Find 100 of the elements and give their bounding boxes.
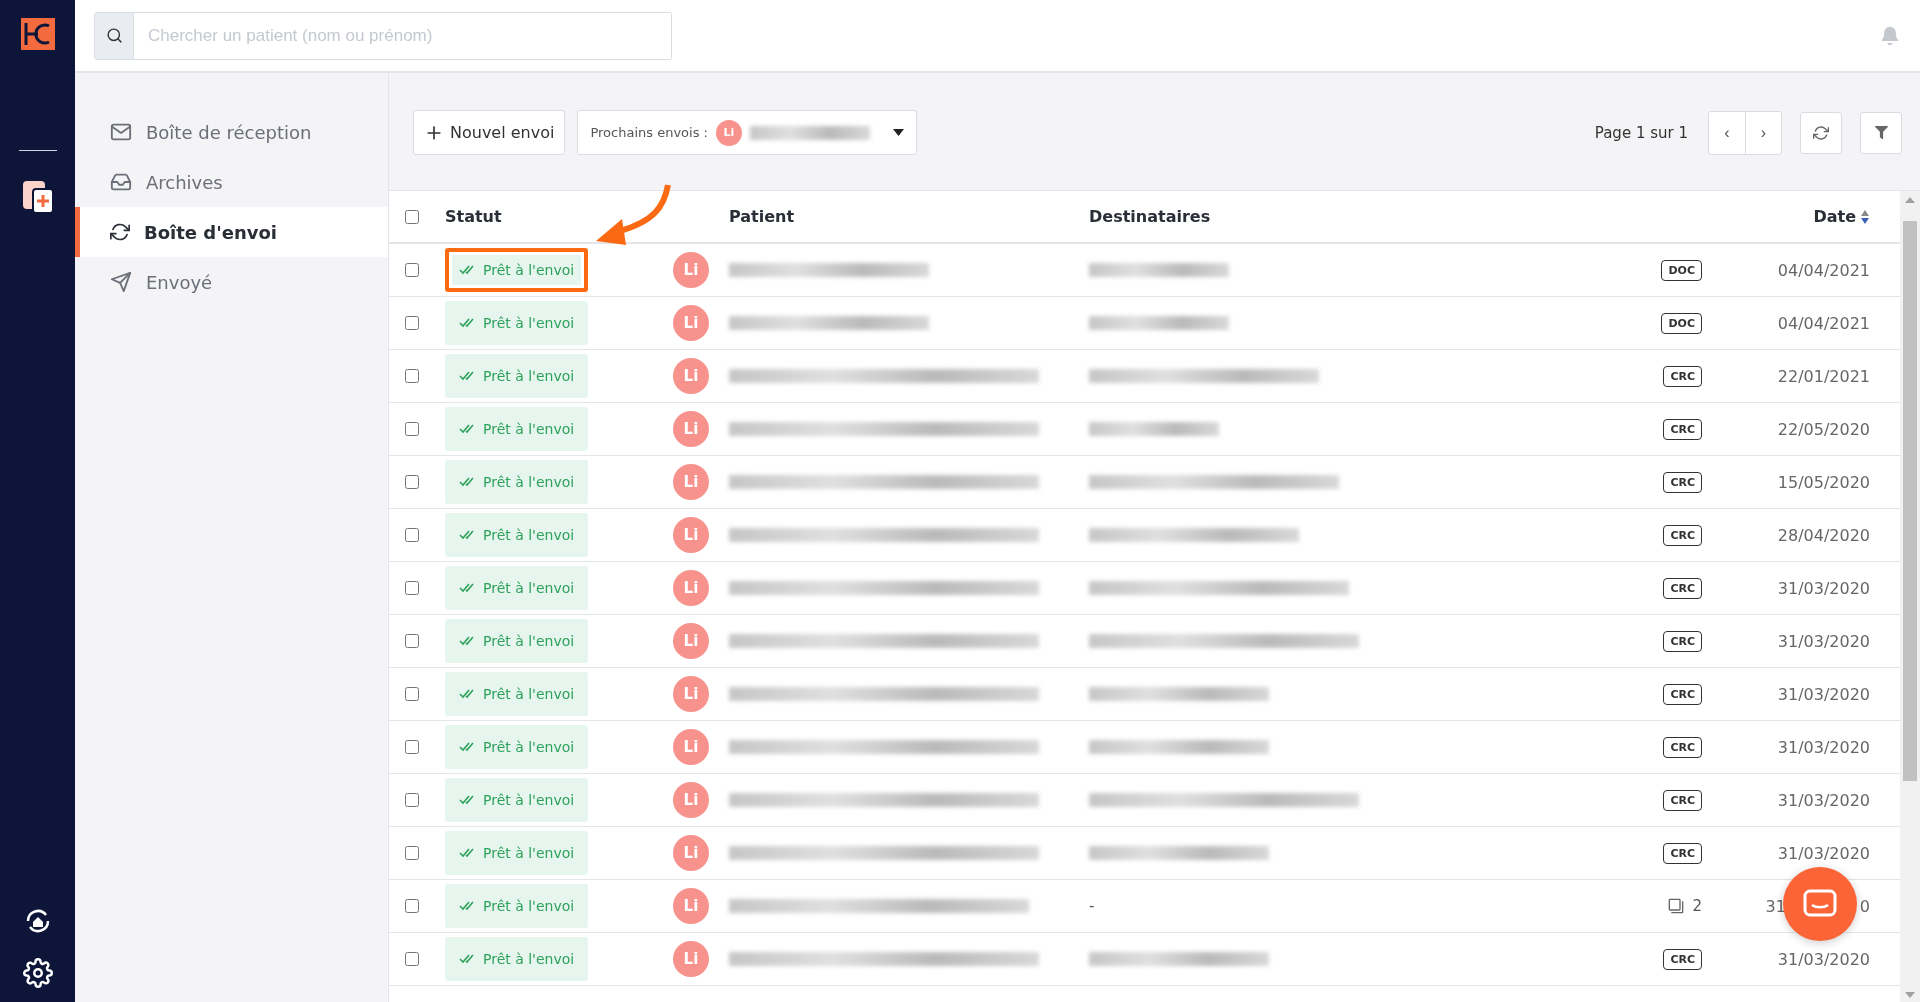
- row-checkbox[interactable]: [405, 316, 419, 330]
- document-tag: CRC: [1663, 683, 1702, 705]
- document-tag: CRC: [1663, 577, 1702, 599]
- refresh-button[interactable]: [1800, 111, 1842, 154]
- status-badge: Prêt à l'envoi: [445, 513, 589, 557]
- date-text: 15/05/2020: [1777, 472, 1870, 492]
- new-send-button[interactable]: Nouvel envoi: [413, 110, 566, 155]
- avatar: Li: [673, 676, 709, 712]
- scroll-up-icon[interactable]: [1905, 197, 1915, 203]
- avatar: Li: [673, 729, 709, 765]
- date-text: 22/01/2021: [1777, 366, 1870, 386]
- avatar: Li: [673, 835, 709, 871]
- filter-button[interactable]: [1860, 111, 1902, 154]
- document-tag: DOC: [1661, 312, 1702, 334]
- date-text: 22/05/2020: [1777, 419, 1870, 439]
- avatar: Li: [673, 941, 709, 977]
- status-badge: Prêt à l'envoi: [445, 460, 589, 504]
- status-badge: Prêt à l'envoi: [445, 937, 589, 981]
- date-text: 31/03/2020: [1777, 631, 1870, 651]
- document-tag: CRC: [1663, 365, 1702, 387]
- status-badge: Prêt à l'envoi: [445, 672, 589, 716]
- avatar: Li: [673, 623, 709, 659]
- status-badge: Prêt à l'envoi: [445, 778, 589, 822]
- document-tag: CRC: [1663, 524, 1702, 546]
- avatar: Li: [673, 517, 709, 553]
- scroll-down-icon[interactable]: [1905, 992, 1915, 998]
- status-badge: Prêt à l'envoi: [445, 831, 589, 875]
- double-check-icon: [459, 424, 475, 434]
- search-field[interactable]: Chercher un patient (nom ou prénom): [94, 11, 672, 60]
- filter-icon: [1874, 126, 1888, 139]
- document-tag: CRC: [1663, 789, 1702, 811]
- sidebar-item[interactable]: Envoyé: [75, 257, 388, 307]
- row-checkbox[interactable]: [405, 687, 419, 701]
- column-header[interactable]: Statut: [445, 207, 502, 226]
- stack-icon: [1668, 898, 1685, 914]
- send-icon: [110, 271, 132, 293]
- settings-icon[interactable]: [22, 958, 53, 988]
- status-badge: Prêt à l'envoi: [445, 884, 589, 928]
- previous-page-button[interactable]: ‹: [1709, 111, 1745, 154]
- select-all-checkbox[interactable]: [405, 209, 419, 224]
- date-text: 31/03/2020: [1777, 684, 1870, 704]
- caret-icon: [893, 129, 905, 136]
- row-checkbox[interactable]: [405, 581, 419, 595]
- status-badge: Prêt à l'envoi: [445, 354, 589, 398]
- status-badge: Prêt à l'envoi: [445, 566, 589, 610]
- row-checkbox[interactable]: [405, 793, 419, 807]
- envelope-icon: [110, 121, 132, 143]
- date-text: 31/03/2020: [1777, 737, 1870, 757]
- column-header[interactable]: Patient: [729, 207, 795, 226]
- row-checkbox[interactable]: [405, 369, 419, 383]
- double-check-icon: [459, 636, 475, 646]
- avatar: Li: [673, 411, 709, 447]
- double-check-icon: [459, 742, 475, 752]
- double-check-icon: [459, 530, 475, 540]
- sidebar-item[interactable]: Boîte de réception: [75, 107, 388, 157]
- recipients-text: -: [1089, 897, 1095, 915]
- chat-icon: [1803, 889, 1837, 919]
- column-header[interactable]: Destinataires: [1089, 207, 1211, 226]
- column-header[interactable]: Date: [1813, 207, 1870, 226]
- avatar: Li: [673, 570, 709, 606]
- status-badge: Prêt à l'envoi: [445, 619, 589, 663]
- document-tag: DOC: [1661, 259, 1702, 281]
- date-text: 04/04/2021: [1777, 260, 1870, 280]
- double-check-icon: [459, 901, 475, 911]
- next-page-button[interactable]: ›: [1745, 111, 1781, 154]
- row-checkbox[interactable]: [405, 634, 419, 648]
- row-checkbox[interactable]: [405, 846, 419, 860]
- status-badge: Prêt à l'envoi: [445, 407, 589, 451]
- document-tag: CRC: [1663, 842, 1702, 864]
- document-icon[interactable]: [20, 179, 55, 215]
- next-sends-label: Prochains envois :: [590, 125, 708, 140]
- row-checkbox[interactable]: [405, 528, 419, 542]
- avatar: Li: [673, 358, 709, 394]
- date-text: 31/03/2020: [1777, 578, 1870, 598]
- next-sends-dropdown[interactable]: Prochains envois : Li: [577, 110, 918, 155]
- document-tag: CRC: [1663, 471, 1702, 493]
- row-checkbox[interactable]: [405, 422, 419, 436]
- double-check-icon: [459, 371, 475, 381]
- row-checkbox[interactable]: [405, 475, 419, 489]
- refresh-icon: [1813, 124, 1829, 141]
- document-tag: CRC: [1663, 418, 1702, 440]
- search-icon: [105, 27, 123, 44]
- double-check-icon: [459, 689, 475, 699]
- date-text: 31/03/2020: [1777, 790, 1870, 810]
- pagination-text: Page 1 sur 1: [1594, 123, 1688, 142]
- avatar: Li: [715, 119, 742, 146]
- row-checkbox[interactable]: [405, 263, 419, 277]
- date-text: 0: [1859, 896, 1870, 916]
- date-text: 28/04/2020: [1777, 525, 1870, 545]
- sync-icon: [110, 222, 130, 242]
- avatar: Li: [673, 305, 709, 341]
- row-checkbox[interactable]: [405, 899, 419, 913]
- row-checkbox[interactable]: [405, 740, 419, 754]
- row-checkbox[interactable]: [405, 952, 419, 966]
- scrollbar-thumb[interactable]: [1903, 221, 1917, 781]
- sidebar-item[interactable]: Boîte d'envoi: [75, 207, 388, 257]
- sidebar-item[interactable]: Archives: [75, 157, 388, 207]
- date-text: 31/03/2020: [1777, 949, 1870, 969]
- logo-icon: [20, 18, 55, 50]
- double-check-icon: [459, 848, 475, 858]
